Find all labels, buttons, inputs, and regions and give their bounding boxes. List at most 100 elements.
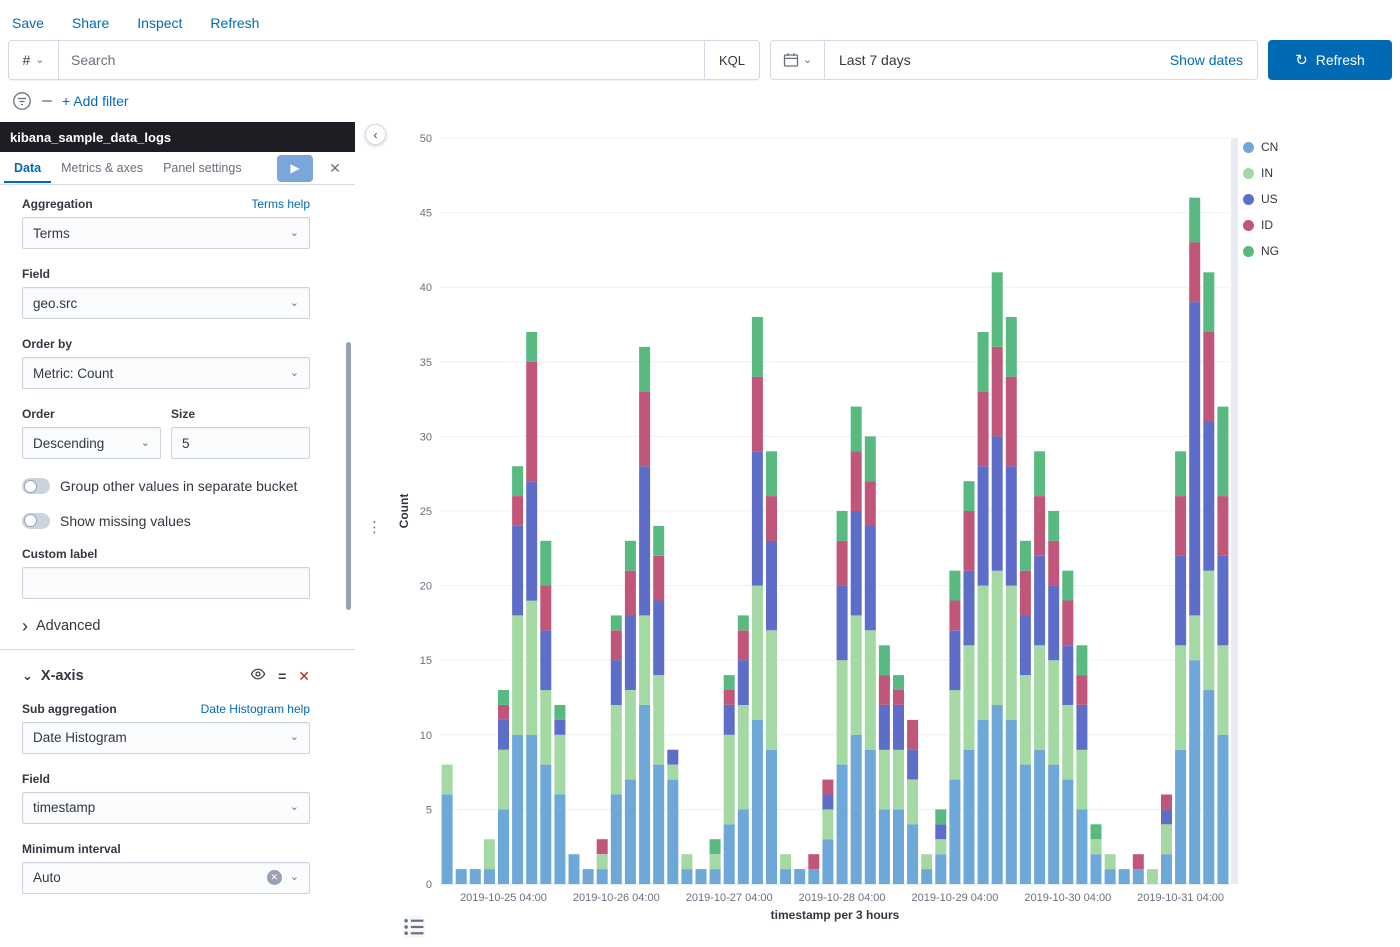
time-picker: ⌄ Last 7 days Show dates [770, 40, 1258, 80]
order-label: Order [22, 407, 55, 421]
search-input[interactable] [59, 41, 704, 79]
legend-item[interactable]: IN [1243, 166, 1279, 180]
chevron-down-icon: ⌄ [290, 228, 299, 239]
minimum-interval-label: Minimum interval [22, 842, 121, 856]
legend-item[interactable]: NG [1243, 244, 1279, 258]
calendar-button[interactable]: ⌄ [771, 41, 825, 79]
custom-label-label: Custom label [22, 547, 97, 561]
workspace: kibana_sample_data_logs Data Metrics & a… [0, 122, 1400, 947]
field-select[interactable]: geo.src ⌄ [22, 287, 310, 319]
svg-text:50: 50 [420, 133, 432, 145]
discard-changes-button[interactable]: ✕ [323, 156, 347, 180]
legend-toggle-button[interactable] [403, 916, 425, 938]
app-menu: Save Share Inspect Refresh [8, 10, 1392, 36]
size-input[interactable] [182, 436, 299, 451]
size-input-wrap [171, 427, 310, 459]
menu-inspect-link[interactable]: Inspect [137, 15, 182, 31]
collapse-sidebar-button[interactable]: ‹ [365, 124, 386, 145]
svg-text:2019-10-28 04:00: 2019-10-28 04:00 [799, 892, 886, 904]
chevron-down-icon: ⌄ [290, 872, 299, 883]
svg-text:30: 30 [420, 431, 432, 443]
legend-item[interactable]: US [1243, 192, 1279, 206]
chevron-down-icon: ⌄ [290, 732, 299, 743]
svg-text:45: 45 [420, 208, 432, 220]
legend-swatch-icon [1243, 142, 1254, 153]
show-missing-values-label: Show missing values [60, 512, 191, 531]
advanced-accordion[interactable]: › Advanced [22, 617, 310, 635]
sub-aggregation-select[interactable]: Date Histogram ⌄ [22, 722, 310, 754]
tab-metrics-axes[interactable]: Metrics & axes [51, 154, 153, 183]
chevron-down-icon: ⌄ [290, 298, 299, 309]
query-bar: # ⌄ KQL ⌄ Last 7 days Show date [8, 40, 1392, 80]
x-axis-title: X-axis [41, 668, 84, 684]
grip-icon[interactable]: = [278, 669, 286, 683]
aggregation-select[interactable]: Terms ⌄ [22, 217, 310, 249]
switch-knob-icon [24, 480, 37, 493]
svg-text:5: 5 [426, 804, 432, 816]
svg-text:25: 25 [420, 506, 432, 518]
legend-swatch-icon [1243, 246, 1254, 257]
hash-icon: # [22, 52, 30, 68]
menu-share-link[interactable]: Share [72, 15, 109, 31]
refresh-button[interactable]: ↻ Refresh [1268, 40, 1392, 80]
chevron-down-icon: ⌄ [35, 55, 44, 66]
time-range-value[interactable]: Last 7 days [839, 52, 911, 68]
sub-aggregation-label: Sub aggregation [22, 702, 117, 716]
legend-swatch-icon [1243, 194, 1254, 205]
chart-scrollbar[interactable] [1231, 138, 1238, 884]
eye-icon[interactable] [250, 666, 266, 686]
field-label: Field [22, 267, 50, 281]
order-select[interactable]: Descending ⌄ [22, 427, 161, 459]
saved-query-menu-button[interactable]: # ⌄ [9, 41, 59, 79]
clear-icon[interactable]: ✕ [267, 870, 282, 885]
chevron-down-icon: ⌄ [141, 438, 150, 449]
date-histogram-help-link[interactable]: Date Histogram help [201, 702, 310, 716]
show-dates-link[interactable]: Show dates [1170, 52, 1243, 68]
svg-text:15: 15 [420, 655, 432, 667]
svg-text:2019-10-25 04:00: 2019-10-25 04:00 [460, 892, 547, 904]
timestamp-field-select[interactable]: timestamp ⌄ [22, 792, 310, 824]
kql-button[interactable]: KQL [704, 41, 759, 79]
sidebar-scrollbar[interactable] [346, 342, 351, 610]
group-other-values-label: Group other values in separate bucket [60, 477, 297, 496]
metrics-form: Aggregation Terms help Terms ⌄ Field geo… [0, 185, 355, 894]
filter-set-icon[interactable] [12, 91, 32, 111]
add-filter-link[interactable]: + Add filter [62, 93, 129, 109]
remove-axis-icon[interactable]: ✕ [298, 669, 310, 683]
group-other-values-toggle[interactable] [22, 478, 50, 494]
menu-refresh-link[interactable]: Refresh [210, 15, 259, 31]
chart-bars[interactable] [442, 198, 1229, 884]
y-axis-ticks: 05101520253035404550 [420, 133, 432, 891]
svg-text:2019-10-27 04:00: 2019-10-27 04:00 [686, 892, 773, 904]
editor-tabs: Data Metrics & axes Panel settings ▶ ✕ [0, 152, 355, 185]
chevron-right-icon: › [22, 617, 28, 635]
filter-options-icon[interactable] [42, 100, 52, 102]
svg-text:2019-10-26 04:00: 2019-10-26 04:00 [573, 892, 660, 904]
resize-handle[interactable]: ⋮ [367, 518, 382, 536]
y-axis-title: Count [397, 494, 411, 529]
svg-text:35: 35 [420, 357, 432, 369]
chevron-down-icon: ⌄ [803, 55, 812, 66]
tab-panel-settings[interactable]: Panel settings [153, 154, 252, 183]
sidebar-resize-column: ‹ ⋮ [355, 122, 395, 947]
minimum-interval-select[interactable]: Auto ✕ ⌄ [22, 862, 310, 894]
svg-text:2019-10-30 04:00: 2019-10-30 04:00 [1024, 892, 1111, 904]
svg-text:20: 20 [420, 581, 432, 593]
legend-item[interactable]: ID [1243, 218, 1279, 232]
svg-text:40: 40 [420, 282, 432, 294]
x-axis-ticks: 2019-10-25 04:00 2019-10-26 04:00 2019-10-… [460, 892, 1224, 904]
tab-data[interactable]: Data [4, 154, 51, 183]
list-icon [403, 916, 425, 938]
chevron-down-icon[interactable]: ⌄ [22, 668, 33, 684]
x-axis-title: timestamp per 3 hours [771, 908, 900, 922]
show-missing-values-toggle[interactable] [22, 513, 50, 529]
custom-label-input[interactable] [33, 575, 299, 590]
apply-changes-button[interactable]: ▶ [277, 155, 313, 182]
legend-swatch-icon [1243, 220, 1254, 231]
legend-item[interactable]: CN [1243, 140, 1279, 154]
svg-text:2019-10-31 04:00: 2019-10-31 04:00 [1137, 892, 1224, 904]
size-label: Size [171, 407, 195, 421]
order-by-select[interactable]: Metric: Count ⌄ [22, 357, 310, 389]
menu-save-link[interactable]: Save [12, 15, 44, 31]
terms-help-link[interactable]: Terms help [251, 197, 310, 211]
